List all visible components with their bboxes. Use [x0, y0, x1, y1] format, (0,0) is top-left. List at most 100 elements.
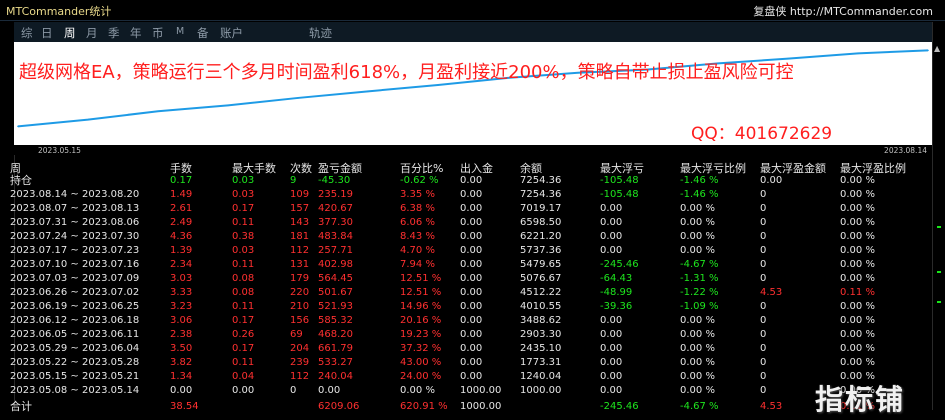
holding-cell: -0.62 %	[400, 175, 439, 186]
balance-point	[157, 110, 159, 113]
week-range: 2023.07.31 ~ 2023.08.06	[10, 217, 140, 228]
table-cell: 0.00 %	[840, 343, 875, 354]
table-cell: 37.32 %	[400, 343, 442, 354]
tab-day[interactable]: 日	[41, 25, 53, 41]
balance-point	[927, 49, 929, 52]
table-cell: 0.00	[600, 203, 623, 214]
tab-currency[interactable]: 币	[152, 25, 164, 41]
table-cell: 2.34	[170, 259, 193, 270]
table-cell: 12.51 %	[400, 287, 442, 298]
table-cell: 0.03	[232, 245, 255, 256]
table-cell: 0.38	[232, 231, 255, 242]
table-row[interactable]: 2023.05.29 ~ 2023.06.04 3.50 0.17 204 661.79…	[10, 342, 932, 355]
chart-headline: 超级网格EA，策略运行三个多月时间盈利618%，月盈利接近200%，策略自带止损…	[19, 62, 794, 83]
table-row[interactable]: 2023.07.10 ~ 2023.07.16 2.34 0.11 131 402.98…	[10, 258, 932, 271]
table-cell: 0.11	[232, 357, 255, 368]
table-cell: 0	[290, 385, 297, 396]
table-cell: 4.70 %	[400, 245, 435, 256]
table-cell: 0.00 %	[840, 301, 875, 312]
table-cell: -4.67 %	[680, 259, 719, 270]
table-cell: 0.08	[232, 273, 255, 284]
table-cell: 3488.62	[520, 315, 562, 326]
brand-link[interactable]: 复盘侠 http://MTCommander.com	[753, 3, 933, 19]
table-cell: 5737.36	[520, 245, 562, 256]
table-cell: 420.67	[318, 203, 353, 214]
table-cell: 0.00 %	[840, 273, 875, 284]
table-cell: 4010.55	[520, 301, 562, 312]
holding-cell: 0.03	[232, 175, 255, 186]
table-cell: 0.00	[460, 357, 483, 368]
table-cell: 0	[760, 315, 767, 326]
table-row[interactable]: 2023.07.03 ~ 2023.07.09 3.03 0.08 179 564.45…	[10, 272, 932, 285]
table-cell: 7254.36	[520, 189, 562, 200]
table-row[interactable]: 2023.08.07 ~ 2023.08.13 2.61 0.17 157 420.67…	[10, 202, 932, 215]
table-cell: -39.36	[600, 301, 633, 312]
tab-account[interactable]: 账户	[220, 25, 243, 41]
total-cell: -4.67 %	[680, 401, 719, 412]
table-row[interactable]: 2023.06.19 ~ 2023.06.25 3.23 0.11 210 521.93…	[10, 300, 932, 313]
table-row[interactable]: 2023.07.31 ~ 2023.08.06 2.49 0.11 143 377.30…	[10, 216, 932, 229]
table-row[interactable]: 2023.06.05 ~ 2023.06.11 2.38 0.26 69 468.20 1…	[10, 328, 932, 341]
table-cell: 6.38 %	[400, 203, 435, 214]
total-cell: 620.91 %	[400, 401, 448, 412]
table-cell: 0.11	[232, 259, 255, 270]
table-row[interactable]: 2023.06.26 ~ 2023.07.02 3.33 0.08 220 501.67…	[10, 286, 932, 299]
table-cell: 0.11	[232, 301, 255, 312]
total-cell: -245.46	[600, 401, 639, 412]
table-cell: 0.00 %	[680, 371, 715, 382]
date-axis: 2023.05.15 2023.08.14	[14, 145, 932, 155]
holding-cell: 7254.36	[520, 175, 562, 186]
tab-quarter[interactable]: 季	[108, 25, 120, 41]
table-cell: 181	[290, 231, 310, 242]
table-row[interactable]: 2023.06.12 ~ 2023.06.18 3.06 0.17 156 585.32…	[10, 314, 932, 327]
table-cell: 0.00 %	[680, 315, 715, 326]
table-cell: 0	[760, 343, 767, 354]
table-cell: 0.00 %	[680, 203, 715, 214]
table-cell: -1.09 %	[680, 301, 719, 312]
table-cell: 5479.65	[520, 259, 562, 270]
chevron-up-icon[interactable]: ▲	[934, 44, 940, 53]
table-cell: 14.96 %	[400, 301, 442, 312]
week-range: 2023.05.08 ~ 2023.05.14	[10, 385, 140, 396]
table-row[interactable]: 2023.07.24 ~ 2023.07.30 4.36 0.38 181 483.84…	[10, 230, 932, 243]
tab-month[interactable]: 月	[86, 25, 98, 41]
table-cell: -245.46	[600, 259, 639, 270]
table-cell: 4512.22	[520, 287, 562, 298]
table-cell: 12.51 %	[400, 273, 442, 284]
table-row[interactable]: 2023.07.17 ~ 2023.07.23 1.39 0.03 112 257.71…	[10, 244, 932, 257]
holding-cell: -105.48	[600, 175, 639, 186]
tab-notes[interactable]: 备	[197, 25, 209, 41]
table-cell: 0.00	[600, 245, 623, 256]
table-header: 周手数 最大手数 次数 盈亏金额 百分比% 出入金 余额 最大浮亏 最大浮亏比例 最大浮盈金额 最大…	[10, 160, 932, 175]
total-label: 合计	[10, 400, 32, 413]
table-row[interactable]: 2023.05.22 ~ 2023.05.28 3.82 0.11 239 533.27…	[10, 356, 932, 369]
table-cell: 377.30	[318, 217, 353, 228]
table-cell: 661.79	[318, 343, 353, 354]
table-cell: 585.32	[318, 315, 353, 326]
table-row[interactable]: 2023.05.08 ~ 2023.05.14 0.00 0.00 0 0.00 0.00…	[10, 384, 932, 397]
tab-trajectory[interactable]: 轨迹	[309, 25, 332, 41]
table-cell: 3.35 %	[400, 189, 435, 200]
week-range: 2023.07.10 ~ 2023.07.16	[10, 259, 140, 270]
table-cell: 0.00	[460, 273, 483, 284]
table-cell: 0.00	[460, 231, 483, 242]
table-cell: 0.17	[232, 315, 255, 326]
table-cell: 5076.67	[520, 273, 562, 284]
table-cell: 1000.00	[520, 385, 562, 396]
table-row[interactable]: 2023.05.15 ~ 2023.05.21 1.34 0.04 112 240.04…	[10, 370, 932, 383]
tab-year[interactable]: 年	[130, 25, 142, 41]
table-cell: 1773.31	[520, 357, 562, 368]
table-cell: 2.61	[170, 203, 193, 214]
table-cell: 3.50	[170, 343, 193, 354]
tab-week[interactable]: 周	[64, 25, 76, 41]
tab-summary[interactable]: 综	[21, 25, 33, 41]
table-cell: 2.49	[170, 217, 193, 228]
holding-cell: 0.00 %	[840, 175, 875, 186]
table-cell: 240.04	[318, 371, 353, 382]
table-cell: 1000.00	[460, 385, 502, 396]
tab-m[interactable]: M	[176, 26, 184, 37]
table-cell: 0.11 %	[840, 287, 875, 298]
table-row[interactable]: 2023.08.14 ~ 2023.08.20 1.49 0.03 109 235.19…	[10, 188, 932, 201]
table-cell: 0.00 %	[840, 245, 875, 256]
table-cell: 0	[760, 231, 767, 242]
